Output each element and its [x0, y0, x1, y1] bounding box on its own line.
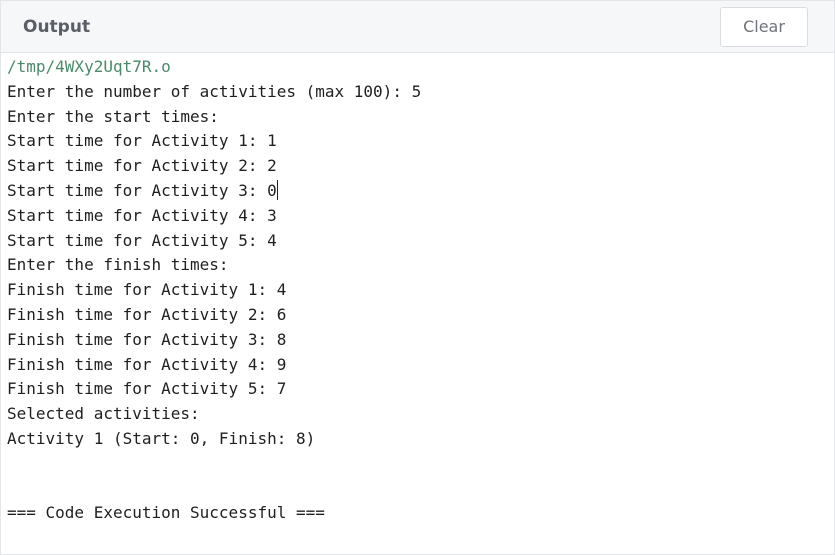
clear-button[interactable]: Clear: [720, 6, 808, 47]
output-header: Output Clear: [1, 1, 834, 53]
console-line: Finish time for Activity 5: 7: [7, 379, 287, 399]
console-line: Activity 1 (Start: 0, Finish: 8): [7, 428, 316, 448]
console-lines-before: Enter the number of activities (max 100)…: [7, 80, 828, 179]
console-line: Start time for Activity 5: 4: [7, 230, 277, 250]
console-line: Start time for Activity 3: 0: [7, 179, 828, 204]
console-line: Enter the number of activities (max 100)…: [7, 81, 422, 101]
console-line-text: Start time for Activity 3: 0: [7, 180, 277, 200]
text-cursor: [276, 179, 278, 200]
console-line: Start time for Activity 2: 2: [7, 156, 277, 176]
console-line: Finish time for Activity 1: 4: [7, 280, 287, 300]
output-panel: Output Clear /tmp/4WXy2Uqt7R.o Enter the…: [0, 0, 835, 555]
executable-path: /tmp/4WXy2Uqt7R.o: [7, 57, 171, 76]
console-line: Start time for Activity 1: 1: [7, 131, 277, 151]
console-lines-after: Start time for Activity 4: 3 Start time f…: [7, 204, 828, 452]
output-title: Output: [23, 16, 91, 37]
console-line: Finish time for Activity 4: 9: [7, 354, 287, 374]
console-line: Finish time for Activity 3: 8: [7, 329, 287, 349]
console-line: Start time for Activity 4: 3: [7, 205, 277, 225]
success-message: === Code Execution Successful ===: [7, 503, 325, 523]
console-line: Selected activities:: [7, 404, 200, 424]
console-line: Finish time for Activity 2: 6: [7, 304, 287, 324]
console-output[interactable]: /tmp/4WXy2Uqt7R.o Enter the number of ac…: [1, 53, 834, 528]
console-line: Enter the start times:: [7, 106, 219, 126]
console-line: Enter the finish times:: [7, 255, 229, 275]
